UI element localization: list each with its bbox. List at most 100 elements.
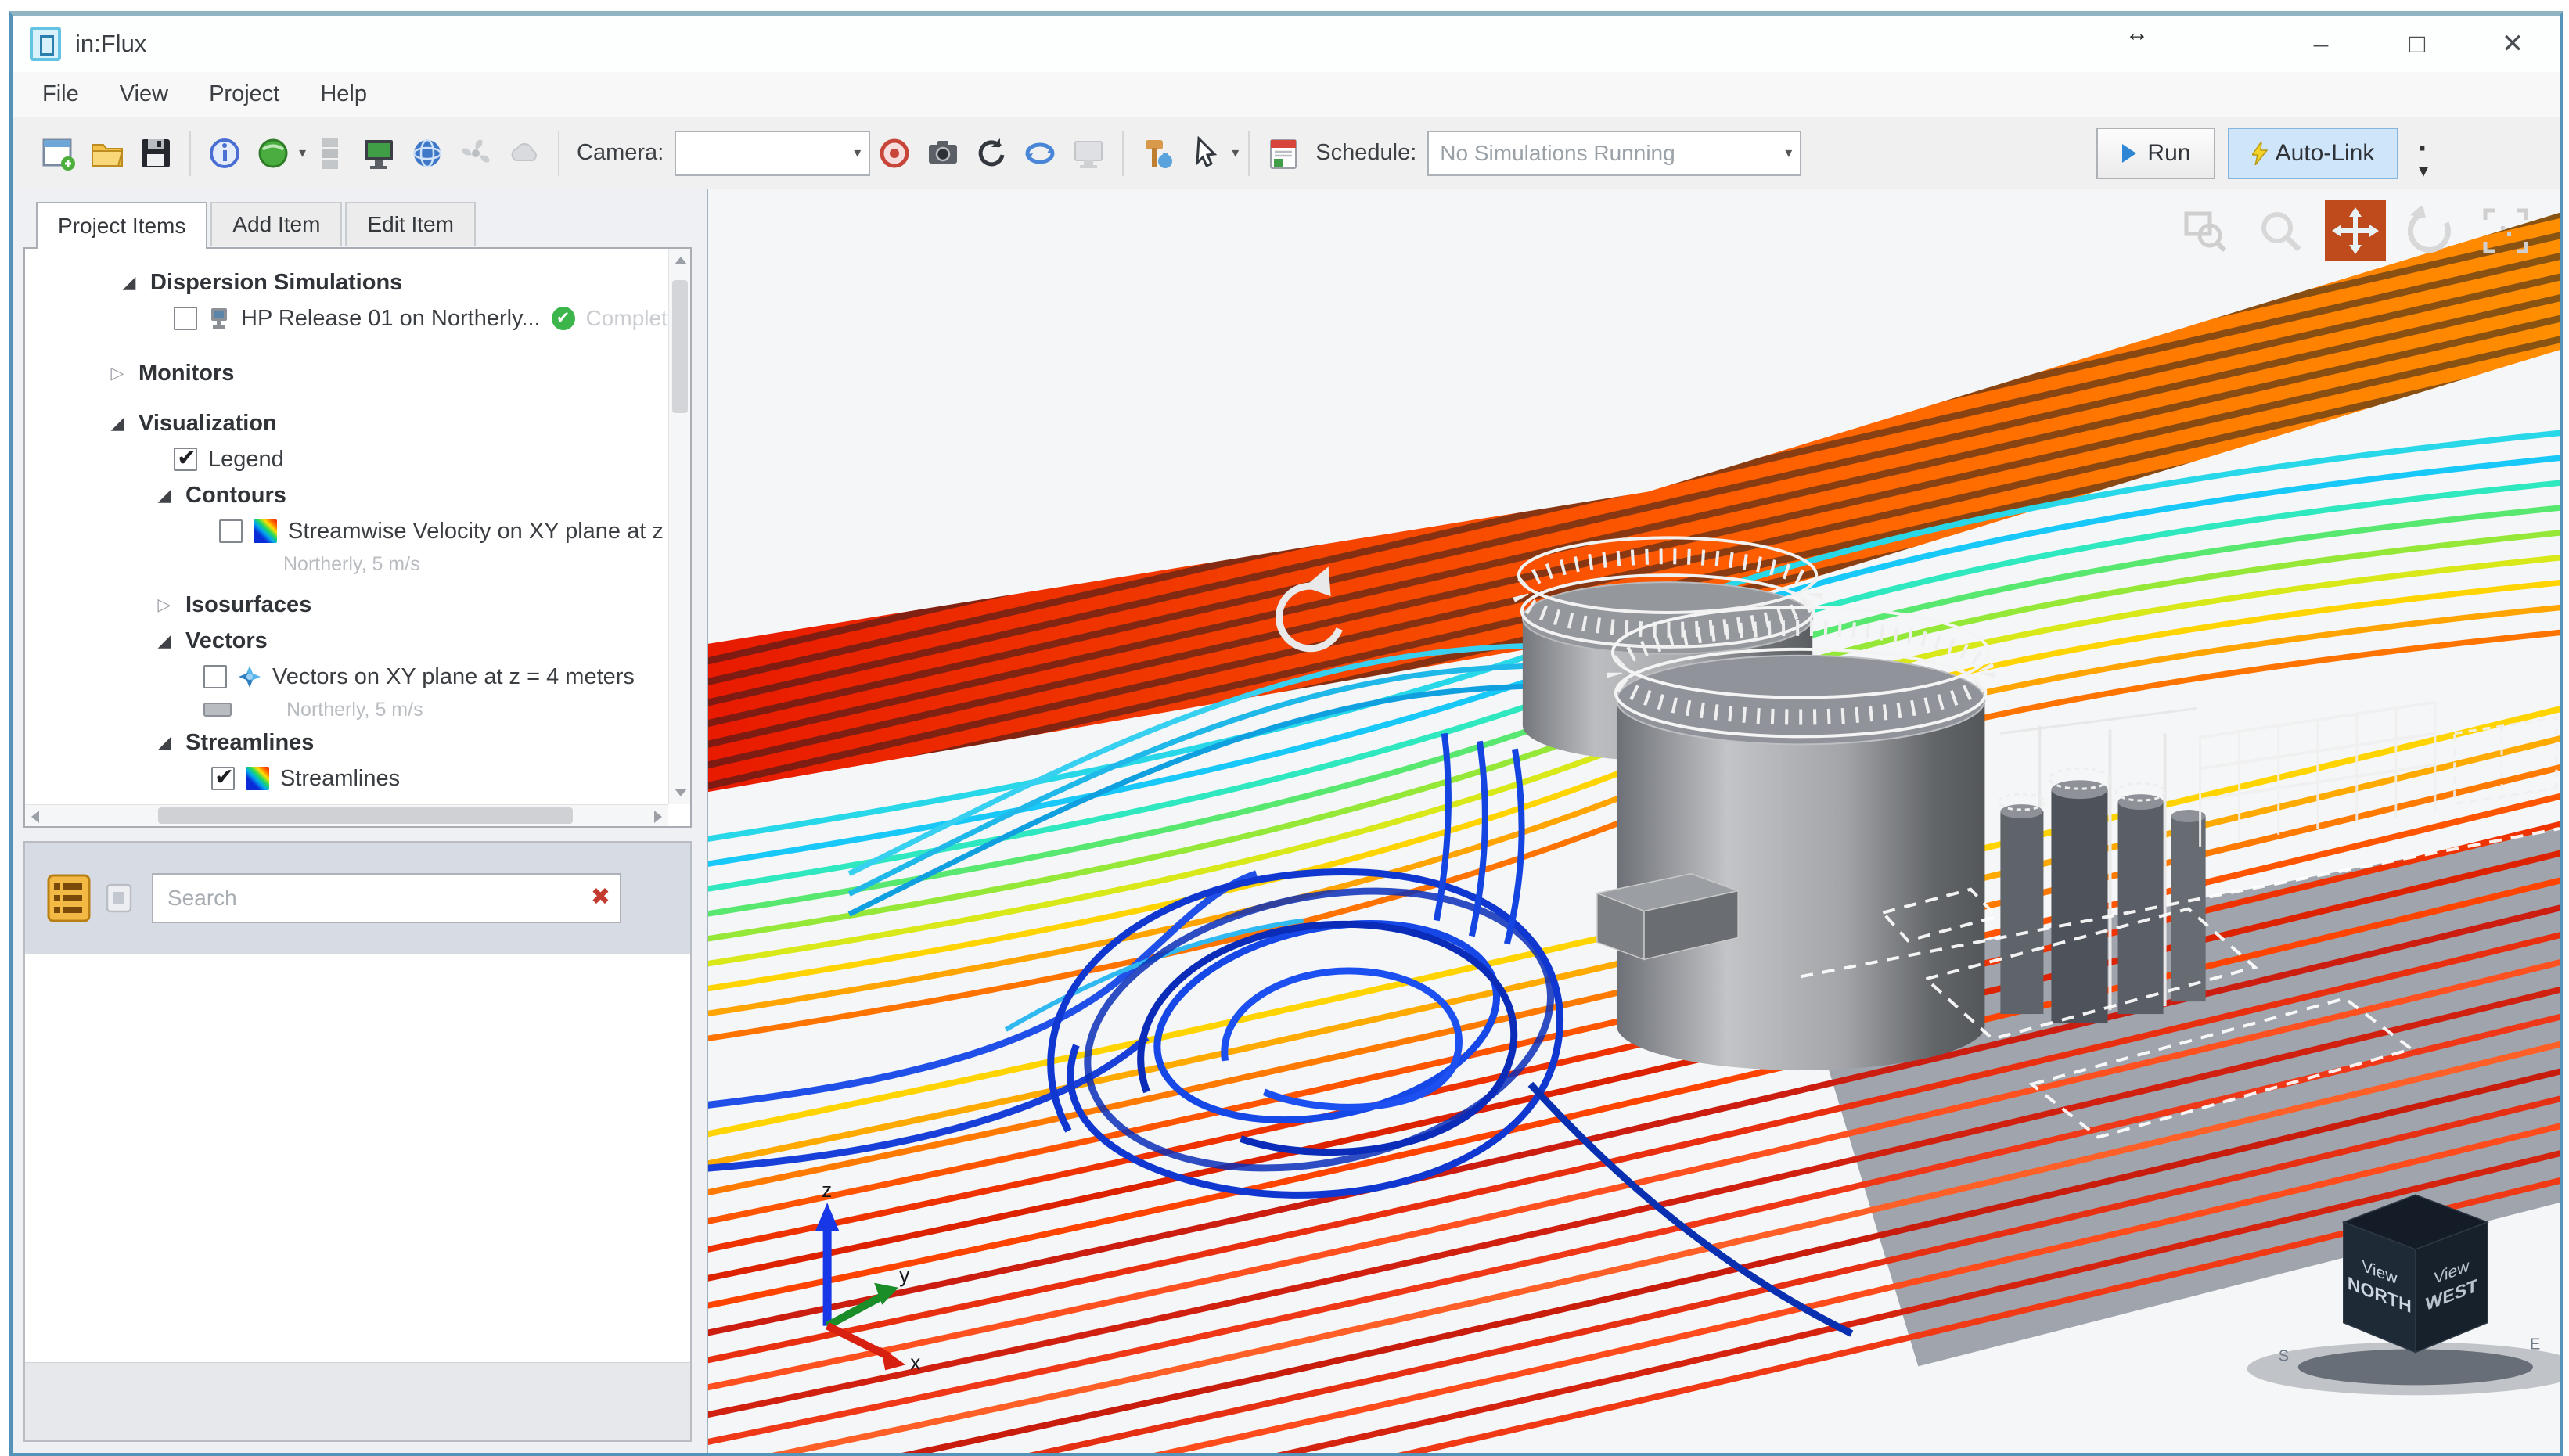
tree-item-label: HP Release 01 on Northerly...	[241, 306, 541, 332]
green-globe-dropdown-icon[interactable]: ▾	[299, 145, 306, 161]
title-bar: in:Flux ↔ – □ ✕	[13, 16, 2560, 72]
fan-icon[interactable]	[452, 128, 500, 178]
tab-project-items[interactable]: Project Items	[36, 202, 207, 249]
expander-icon[interactable]: ▷	[154, 595, 175, 615]
tree-item-legend[interactable]: Legend	[25, 441, 690, 477]
toolbar-overflow-button[interactable]: ▪▾	[2419, 138, 2428, 182]
schedule-calendar-icon	[1259, 128, 1308, 178]
menu-project[interactable]: Project	[209, 81, 279, 107]
orbit-icon[interactable]	[1016, 128, 1064, 178]
expander-icon[interactable]: ◢	[119, 272, 139, 293]
tree-group-contours[interactable]: ◢ Contours	[25, 477, 690, 513]
pan-icon[interactable]	[2325, 200, 2386, 261]
close-button[interactable]: ✕	[2477, 25, 2548, 63]
expander-icon[interactable]: ◢	[154, 732, 175, 753]
menu-file[interactable]: File	[42, 81, 79, 107]
expander-icon[interactable]: ◢	[154, 631, 175, 651]
rotate-view-icon[interactable]	[2400, 200, 2461, 261]
search-input[interactable]	[152, 873, 621, 923]
tree-group-monitors[interactable]: ▷ Monitors	[25, 355, 690, 391]
cloud-icon[interactable]	[500, 128, 549, 178]
toolbar-separator	[1122, 131, 1124, 176]
scroll-left-icon[interactable]	[31, 811, 39, 823]
screenshot-icon[interactable]	[919, 128, 967, 178]
open-project-icon[interactable]	[83, 128, 131, 178]
vectors-xy-checkbox[interactable]	[203, 665, 227, 688]
globe-icon[interactable]	[403, 128, 452, 178]
tree-item-hp-release[interactable]: HP Release 01 on Northerly... ✔ Complete	[25, 300, 690, 336]
tree-group-streamlines[interactable]: ◢ Streamlines	[25, 724, 690, 760]
stack-icon[interactable]	[306, 128, 354, 178]
view-options-icon[interactable]	[105, 880, 138, 916]
maximize-button[interactable]: □	[2382, 25, 2452, 63]
simulation-icon	[208, 307, 230, 330]
zoom-window-icon[interactable]	[2175, 200, 2236, 261]
scroll-thumb[interactable]	[672, 280, 688, 413]
monitor-icon[interactable]	[354, 128, 403, 178]
tools-icon[interactable]	[1133, 128, 1182, 178]
status-badge: Complete	[586, 306, 680, 331]
menu-help[interactable]: Help	[320, 81, 367, 107]
streamlines-checkbox[interactable]	[211, 767, 235, 790]
info-icon[interactable]	[200, 128, 249, 178]
run-button[interactable]: Run	[2096, 128, 2215, 179]
refresh-icon[interactable]	[967, 128, 1016, 178]
tree-group-vectors[interactable]: ◢ Vectors	[25, 623, 690, 659]
tree-group-label: Streamlines	[185, 730, 314, 756]
select-cursor-icon[interactable]	[1182, 128, 1230, 178]
minimize-button[interactable]: –	[2286, 25, 2356, 63]
tree-item-streamlines[interactable]: Streamlines	[25, 760, 690, 796]
window-title: in:Flux	[75, 30, 146, 58]
tree-group-isosurfaces[interactable]: ▷ Isosurfaces	[25, 587, 690, 623]
scroll-up-icon[interactable]	[675, 257, 687, 264]
auto-link-button-label: Auto-Link	[2276, 140, 2375, 167]
scroll-right-icon[interactable]	[654, 811, 662, 823]
search-panel-footer	[25, 1362, 690, 1440]
schedule-select[interactable]: No Simulations Running ▾	[1427, 131, 1801, 176]
camera-select[interactable]: ▾	[675, 131, 870, 176]
legend-checkbox[interactable]	[174, 448, 197, 471]
record-icon[interactable]	[870, 128, 919, 178]
scroll-down-icon[interactable]	[675, 789, 687, 796]
schedule-label: Schedule:	[1315, 140, 1416, 166]
expander-icon[interactable]: ▷	[107, 363, 128, 383]
expander-icon[interactable]: ◢	[107, 413, 128, 433]
zoom-icon[interactable]	[2250, 200, 2311, 261]
app-icon	[30, 27, 61, 61]
main-toolbar: ▾ Camera: ▾ ▾	[13, 117, 2560, 189]
tree-item-vectors-xy[interactable]: Vectors on XY plane at z = 4 meters	[25, 659, 690, 695]
tree-horizontal-scrollbar[interactable]	[25, 804, 668, 826]
hp-release-checkbox[interactable]	[174, 307, 197, 330]
clear-search-icon[interactable]: ✖	[591, 884, 610, 911]
toolbar-separator	[189, 131, 191, 176]
new-project-icon[interactable]	[34, 128, 83, 178]
tree-item-label: Legend	[208, 447, 284, 473]
viewport-3d[interactable]: z y x View NORTH View WEST S	[708, 188, 2560, 1453]
colormap-icon	[254, 519, 277, 543]
green-globe-icon[interactable]	[249, 128, 297, 178]
tree-item-subtitle: Northerly, 5 m/s	[25, 549, 690, 579]
display-icon[interactable]	[1064, 128, 1113, 178]
save-icon[interactable]	[131, 128, 180, 178]
plane-chip-icon	[203, 703, 232, 717]
expander-icon[interactable]: ◢	[154, 485, 175, 505]
search-panel: ✖	[23, 841, 692, 1442]
list-view-icon[interactable]	[47, 874, 91, 922]
tree-group-dispersion-simulations[interactable]: ◢ Dispersion Simulations	[25, 264, 690, 300]
scroll-thumb[interactable]	[158, 807, 573, 824]
fit-view-icon[interactable]	[2475, 200, 2536, 261]
run-button-label: Run	[2147, 140, 2190, 167]
subtitle-text: Northerly, 5 m/s	[243, 699, 423, 721]
tree-group-visualization[interactable]: ◢ Visualization	[25, 405, 690, 441]
flow-scene-svg[interactable]: z y x View NORTH View WEST S	[708, 188, 2560, 1453]
app-window: in:Flux ↔ – □ ✕ File View Project Help ▾	[9, 11, 2563, 1456]
streamwise-checkbox[interactable]	[219, 519, 243, 543]
tree-vertical-scrollbar[interactable]	[668, 249, 690, 804]
tree-item-streamwise-velocity[interactable]: Streamwise Velocity on XY plane at z =	[25, 513, 690, 549]
cursor-dropdown-icon[interactable]: ▾	[1232, 145, 1239, 161]
auto-link-button[interactable]: Auto-Link	[2228, 128, 2398, 179]
axis-z-label: z	[822, 1178, 832, 1202]
tab-add-item[interactable]: Add Item	[210, 202, 342, 246]
menu-view[interactable]: View	[120, 81, 168, 107]
tab-edit-item[interactable]: Edit Item	[345, 202, 475, 246]
